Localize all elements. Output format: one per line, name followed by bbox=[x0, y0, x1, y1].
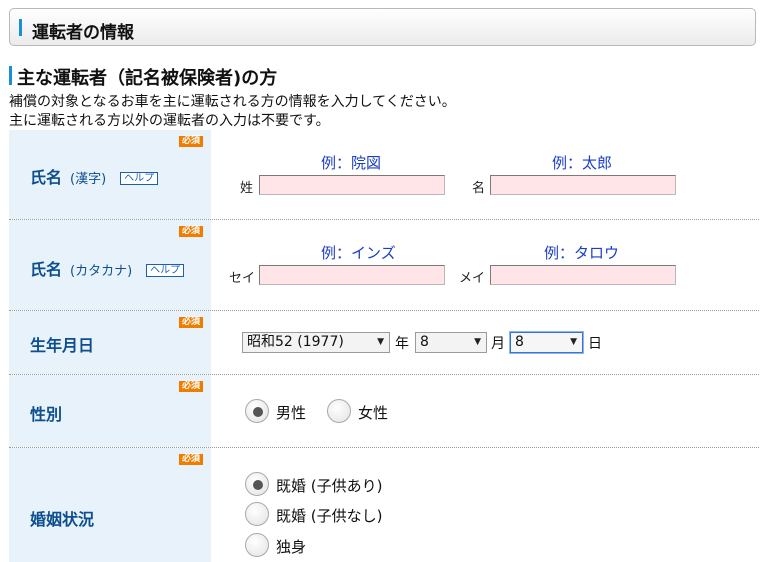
subsection-title: 主な運転者（記名被保険者)の方 bbox=[17, 68, 278, 89]
year-unit: 年 bbox=[395, 336, 409, 352]
required-badge: 必須 bbox=[179, 454, 204, 465]
label-cell-gender: 必須 性別 bbox=[9, 375, 211, 447]
dropdown-arrow-icon: ▼ bbox=[377, 337, 384, 347]
birth-month-select[interactable]: 8 ▼ bbox=[415, 332, 487, 353]
label-name-kanji: 氏名 (漢字) ヘルプ bbox=[30, 164, 159, 188]
radio-selected-dot bbox=[253, 480, 263, 490]
radio-circle[interactable] bbox=[245, 533, 269, 557]
value-cell-name-kana: 例：インズ 例：タロウ セイ メイ bbox=[211, 220, 759, 310]
help-button[interactable]: ヘルプ bbox=[120, 172, 159, 185]
first-name-kanji-input[interactable] bbox=[490, 175, 676, 195]
label-cell-name-kanji: 必須 氏名 (漢字) ヘルプ bbox=[9, 130, 211, 219]
row-marital-status: 必須 婚姻状況 既婚 (子供あり) 既婚 (子供なし) 独身 bbox=[9, 448, 759, 562]
month-unit: 月 bbox=[491, 336, 505, 352]
row-gender: 必須 性別 男性 女性 bbox=[9, 375, 759, 448]
required-badge: 必須 bbox=[179, 226, 204, 237]
prefix-first-name-kana: メイ bbox=[459, 271, 486, 286]
section-accent-bar bbox=[19, 19, 22, 36]
label-sub: (漢字) bbox=[70, 172, 107, 187]
help-button[interactable]: ヘルプ bbox=[146, 264, 185, 277]
example-first-name: 例：太郎 bbox=[552, 154, 613, 172]
subsection-accent-bar bbox=[9, 66, 12, 85]
driver-form-table: 必須 氏名 (漢字) ヘルプ 例：院図 例：太郎 姓 名 必須 氏名 (カタカナ) ヘル… bbox=[9, 130, 759, 562]
row-name-kana: 必須 氏名 (カタカナ) ヘルプ 例：インズ 例：タロウ セイ メイ bbox=[9, 220, 759, 311]
radio-label[interactable]: 既婚 (子供あり) bbox=[276, 475, 382, 496]
prefix-first-name: 名 bbox=[472, 181, 486, 196]
radio-circle[interactable] bbox=[245, 502, 269, 526]
required-badge: 必須 bbox=[179, 381, 204, 392]
radio-label[interactable]: 女性 bbox=[358, 402, 388, 423]
birth-month-value: 8 bbox=[420, 334, 429, 350]
radio-circle[interactable] bbox=[245, 472, 269, 496]
value-cell-birthdate: 昭和52 (1977) ▼ 年 8 ▼ 月 8 ▼ 日 bbox=[211, 311, 759, 374]
day-unit: 日 bbox=[588, 336, 602, 352]
last-name-kanji-input[interactable] bbox=[259, 175, 445, 195]
description-line-1: 補償の対象となるお車を主に運転される方の情報を入力してください。 bbox=[9, 94, 456, 110]
value-cell-gender: 男性 女性 bbox=[211, 375, 759, 447]
label-text: 氏名 bbox=[30, 260, 63, 279]
prefix-last-name-kana: セイ bbox=[229, 271, 256, 286]
label-cell-marital: 必須 婚姻状況 bbox=[9, 448, 211, 562]
required-badge: 必須 bbox=[179, 136, 204, 147]
prefix-last-name: 姓 bbox=[240, 181, 254, 196]
description-line-2: 主に運転される方以外の運転者の入力は不要です。 bbox=[9, 113, 330, 129]
label-marital: 婚姻状況 bbox=[30, 510, 95, 529]
birth-year-select[interactable]: 昭和52 (1977) ▼ bbox=[242, 332, 390, 353]
value-cell-name-kanji: 例：院図 例：太郎 姓 名 bbox=[211, 130, 759, 219]
required-badge: 必須 bbox=[179, 317, 204, 328]
label-name-kana: 氏名 (カタカナ) ヘルプ bbox=[30, 256, 185, 280]
label-sub: (カタカナ) bbox=[70, 264, 133, 279]
radio-circle[interactable] bbox=[327, 399, 351, 423]
row-birthdate: 必須 生年月日 昭和52 (1977) ▼ 年 8 ▼ 月 8 ▼ 日 bbox=[9, 311, 759, 375]
label-gender: 性別 bbox=[30, 405, 63, 424]
birth-year-value: 昭和52 (1977) bbox=[247, 334, 344, 350]
first-name-kana-input[interactable] bbox=[490, 265, 676, 285]
dropdown-arrow-icon: ▼ bbox=[474, 337, 481, 347]
radio-label[interactable]: 独身 bbox=[276, 536, 306, 557]
last-name-kana-input[interactable] bbox=[259, 265, 445, 285]
radio-label[interactable]: 男性 bbox=[276, 402, 306, 423]
birth-day-select[interactable]: 8 ▼ bbox=[510, 332, 583, 353]
label-cell-birthdate: 必須 生年月日 bbox=[9, 311, 211, 374]
section-title: 運転者の情報 bbox=[32, 23, 134, 43]
example-first-name-kana: 例：タロウ bbox=[544, 244, 620, 262]
value-cell-marital: 既婚 (子供あり) 既婚 (子供なし) 独身 bbox=[211, 448, 759, 562]
row-name-kanji: 必須 氏名 (漢字) ヘルプ 例：院図 例：太郎 姓 名 bbox=[9, 130, 759, 220]
label-text: 氏名 bbox=[30, 168, 63, 187]
radio-label[interactable]: 既婚 (子供なし) bbox=[276, 505, 382, 526]
example-last-name: 例：院図 bbox=[321, 154, 382, 172]
section-header: 運転者の情報 bbox=[9, 8, 756, 46]
radio-selected-dot bbox=[253, 407, 263, 417]
label-birthdate: 生年月日 bbox=[30, 336, 95, 355]
example-last-name-kana: 例：インズ bbox=[321, 244, 396, 262]
dropdown-arrow-icon: ▼ bbox=[570, 337, 577, 347]
radio-circle[interactable] bbox=[245, 399, 269, 423]
label-cell-name-kana: 必須 氏名 (カタカナ) ヘルプ bbox=[9, 220, 211, 310]
birth-day-value: 8 bbox=[515, 334, 524, 350]
